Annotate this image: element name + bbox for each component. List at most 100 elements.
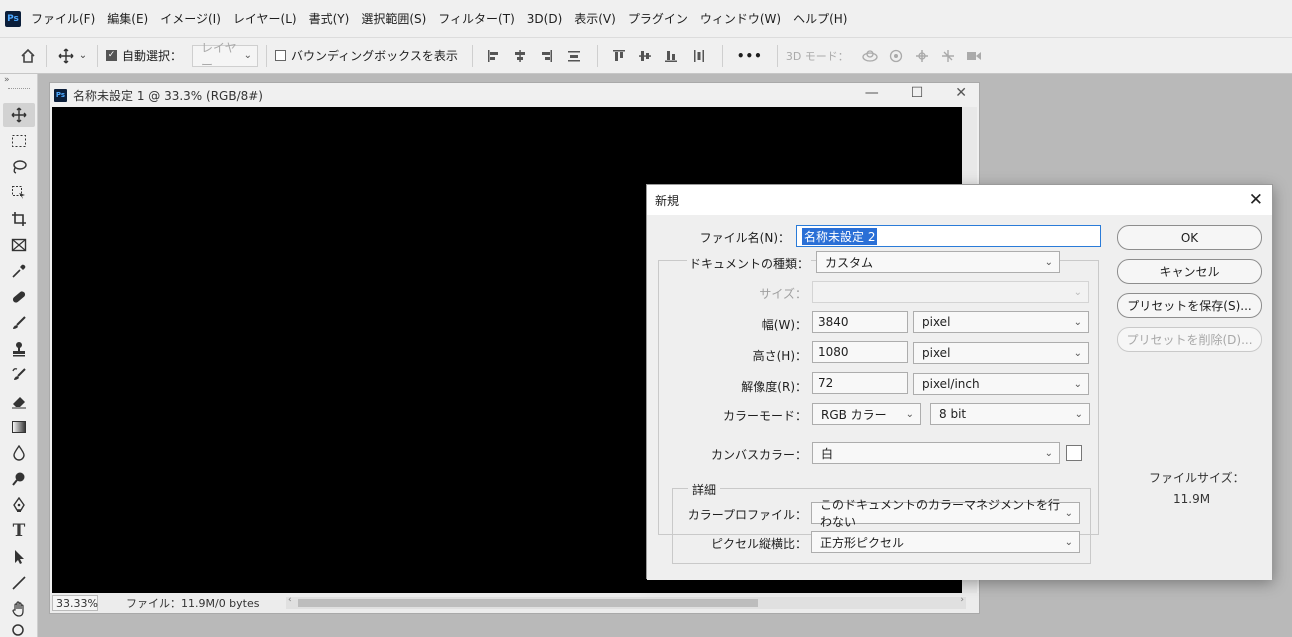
colormode-label: カラーモード：	[722, 409, 807, 423]
zoom-level-field[interactable]: 33.33%	[52, 595, 98, 611]
profile-select[interactable]: このドキュメントのカラーマネジメントを行わない ⌄	[811, 498, 1080, 529]
canvascolor-select[interactable]: 白 ⌄	[812, 442, 1060, 464]
more-options-button[interactable]: •••	[737, 49, 763, 63]
3d-pan-icon[interactable]	[909, 49, 935, 63]
size-select[interactable]: ⌄	[812, 281, 1089, 303]
resolution-label: 解像度(R)：	[741, 380, 807, 394]
divider	[97, 44, 98, 67]
dialog-titlebar[interactable]: 新規	[647, 185, 1272, 215]
3d-scale-icon[interactable]	[961, 50, 987, 62]
menu-layer[interactable]: レイヤー(L)	[233, 10, 297, 27]
clone-stamp-tool-icon[interactable]	[3, 337, 35, 361]
align-left-icon[interactable]	[481, 49, 507, 63]
move-tool-icon[interactable]	[55, 48, 77, 64]
aspect-select[interactable]: 正方形ピクセル ⌄	[811, 531, 1080, 553]
menu-select[interactable]: 選択範囲(S)	[361, 10, 426, 27]
resolution-unit-select[interactable]: pixel/inch ⌄	[913, 373, 1089, 395]
menu-3d[interactable]: 3D(D)	[527, 12, 562, 26]
auto-select-checkbox[interactable]: ✓	[106, 50, 117, 61]
distribute-icon[interactable]	[559, 49, 589, 63]
menu-plugins[interactable]: プラグイン	[628, 10, 688, 27]
panel-grip[interactable]	[8, 88, 30, 90]
options-bar: ⌄ ✓ 自動選択： レイヤー ⌄ バウンディングボックスを表示 ••• 3D モ…	[0, 38, 1292, 74]
3d-roll-icon[interactable]	[883, 49, 909, 63]
history-brush-tool-icon[interactable]	[3, 363, 35, 387]
doctype-value: カスタム	[825, 255, 874, 270]
menu-window[interactable]: ウィンドウ(W)	[700, 10, 781, 27]
divider	[46, 44, 47, 67]
canvas-color-swatch[interactable]	[1066, 445, 1082, 461]
eraser-tool-icon[interactable]	[3, 389, 35, 413]
close-icon[interactable]: ✕	[1249, 190, 1263, 210]
show-bbox-checkbox[interactable]	[275, 50, 287, 61]
menu-view[interactable]: 表示(V)	[574, 10, 616, 27]
crop-tool-icon[interactable]	[3, 207, 35, 231]
type-tool-icon[interactable]: T	[3, 519, 35, 543]
line-tool-icon[interactable]	[3, 571, 35, 595]
blur-tool-icon[interactable]	[3, 441, 35, 465]
canvascolor-label: カンバスカラー：	[710, 448, 807, 462]
pen-tool-icon[interactable]	[3, 493, 35, 517]
distribute-horizontal-icon[interactable]	[684, 49, 714, 63]
move-tool-icon[interactable]	[3, 103, 35, 127]
dodge-tool-icon[interactable]	[3, 467, 35, 491]
menu-edit[interactable]: 編集(E)	[107, 10, 148, 27]
menu-filter[interactable]: フィルター(T)	[438, 10, 514, 27]
horizontal-scroll-thumb[interactable]	[298, 599, 758, 607]
auto-select-target-dropdown[interactable]: レイヤー ⌄	[192, 41, 259, 72]
scroll-left-icon[interactable]: ‹	[288, 595, 292, 605]
maximize-icon[interactable]: ☐	[911, 85, 924, 101]
3d-slide-icon[interactable]	[935, 49, 961, 63]
path-select-tool-icon[interactable]	[3, 545, 35, 569]
lasso-tool-icon[interactable]	[3, 155, 35, 179]
align-right-icon[interactable]	[533, 49, 559, 63]
cancel-button[interactable]: キャンセル	[1117, 259, 1262, 284]
close-icon[interactable]: ✕	[955, 85, 967, 101]
horizontal-scrollbar[interactable]: ‹ ›	[286, 595, 966, 609]
chevron-down-icon: ⌄	[1064, 507, 1073, 519]
height-label: 高さ(H)：	[752, 349, 807, 363]
collapse-panel-icon[interactable]: »	[4, 75, 10, 85]
resolution-input[interactable]: 72	[812, 372, 908, 394]
menu-help[interactable]: ヘルプ(H)	[793, 10, 847, 27]
filename-input[interactable]: 名称未設定 2	[796, 225, 1101, 247]
hand-tool-icon[interactable]	[3, 597, 35, 621]
frame-tool-icon[interactable]	[3, 233, 35, 257]
align-top-icon[interactable]	[606, 49, 632, 63]
doctype-select[interactable]: カスタム ⌄	[816, 251, 1060, 273]
menu-type[interactable]: 書式(Y)	[309, 10, 350, 27]
gradient-tool-icon[interactable]	[3, 415, 35, 439]
minimize-icon[interactable]: —	[865, 85, 879, 101]
object-select-tool-icon[interactable]	[3, 181, 35, 205]
filesize-value: 11.9M	[1173, 492, 1211, 506]
profile-value: このドキュメントのカラーマネジメントを行わない	[820, 498, 1061, 529]
chevron-down-icon[interactable]: ⌄	[77, 50, 89, 61]
align-horizontal-center-icon[interactable]	[507, 49, 533, 63]
width-unit-select[interactable]: pixel ⌄	[913, 311, 1089, 333]
document-titlebar[interactable]: Ps 名称未設定 1 @ 33.3% (RGB/8#) — ☐ ✕	[50, 83, 979, 107]
height-input[interactable]: 1080	[812, 341, 908, 363]
photoshop-document-icon: Ps	[54, 88, 67, 102]
delete-preset-button[interactable]: プリセットを削除(D)...	[1117, 327, 1262, 352]
width-input[interactable]: 3840	[812, 311, 908, 333]
menu-image[interactable]: イメージ(I)	[160, 10, 221, 27]
colormode-select[interactable]: RGB カラー ⌄	[812, 403, 921, 425]
chevron-down-icon: ⌄	[1073, 316, 1082, 328]
align-vertical-center-icon[interactable]	[632, 49, 658, 63]
home-icon[interactable]	[18, 48, 38, 64]
align-bottom-icon[interactable]	[658, 49, 684, 63]
menu-file[interactable]: ファイル(F)	[31, 10, 95, 27]
ok-button[interactable]: OK	[1117, 225, 1262, 250]
zoom-tool-icon[interactable]	[3, 623, 35, 637]
height-unit-select[interactable]: pixel ⌄	[913, 342, 1089, 364]
bitdepth-select[interactable]: 8 bit ⌄	[930, 403, 1090, 425]
healing-brush-tool-icon[interactable]	[3, 285, 35, 309]
divider	[776, 44, 778, 67]
brush-tool-icon[interactable]	[3, 311, 35, 335]
save-preset-button[interactable]: プリセットを保存(S)...	[1117, 293, 1262, 318]
scroll-right-icon[interactable]: ›	[960, 595, 964, 605]
eyedropper-tool-icon[interactable]	[3, 259, 35, 283]
3d-orbit-icon[interactable]	[857, 49, 883, 63]
chevron-down-icon: ⌄	[905, 408, 914, 420]
marquee-tool-icon[interactable]	[3, 129, 35, 153]
